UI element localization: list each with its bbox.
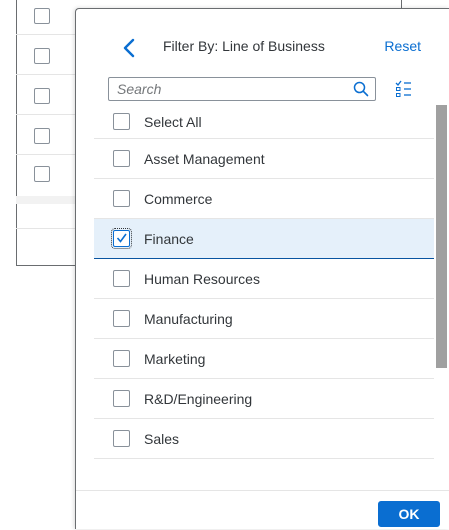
list-item[interactable]: Manufacturing	[94, 299, 434, 339]
checkbox[interactable]	[113, 270, 130, 287]
list-item-label: Commerce	[144, 190, 213, 207]
list-item-label: R&D/Engineering	[144, 390, 253, 407]
list-item-label: Marketing	[144, 350, 206, 367]
search-field[interactable]	[108, 77, 376, 101]
checkmark-icon	[116, 233, 127, 243]
background-row-checkbox[interactable]	[34, 8, 50, 24]
search-icon[interactable]	[353, 81, 369, 97]
list-item[interactable]: Asset Management	[94, 139, 434, 179]
list-item-label: Finance	[144, 230, 194, 247]
list-item-label: Human Resources	[144, 270, 260, 287]
list-item-label: Asset Management	[144, 150, 265, 167]
popover-title: Filter By: Line of Business	[163, 38, 325, 54]
background-row-checkbox[interactable]	[34, 48, 50, 64]
popover-footer: OK	[76, 490, 449, 530]
checkbox[interactable]	[113, 310, 130, 327]
checkbox[interactable]	[113, 113, 130, 130]
list-scrollbar[interactable]	[436, 105, 447, 368]
checkbox[interactable]	[113, 190, 130, 207]
ok-button[interactable]: OK	[378, 501, 440, 527]
back-arrow-icon[interactable]	[120, 37, 140, 59]
popover-header: Filter By: Line of Business Reset	[76, 9, 449, 71]
checkbox-checked[interactable]	[111, 228, 132, 249]
checkbox[interactable]	[113, 390, 130, 407]
checkbox[interactable]	[113, 150, 130, 167]
list-item[interactable]: Sales	[94, 419, 434, 459]
background-row-checkbox[interactable]	[34, 128, 50, 144]
background-row-divider	[16, 154, 76, 155]
list-item-select-all[interactable]: Select All	[94, 105, 434, 139]
list-item[interactable]: R&D/Engineering	[94, 379, 434, 419]
filter-list: Select All Asset Management Commerce Fin…	[94, 105, 434, 465]
reset-button[interactable]: Reset	[384, 38, 421, 54]
list-item-label: Select All	[144, 113, 202, 130]
filter-popover: Filter By: Line of Business Reset Search…	[75, 8, 449, 529]
list-item[interactable]: Marketing	[94, 339, 434, 379]
background-row-divider	[16, 114, 76, 115]
list-item-selected[interactable]: Finance	[94, 219, 434, 259]
multiselect-list-icon[interactable]	[394, 79, 414, 99]
checkbox[interactable]	[113, 430, 130, 447]
search-row	[108, 77, 411, 107]
background-row-divider	[16, 228, 76, 229]
background-row-divider	[16, 34, 76, 35]
checkbox[interactable]	[113, 350, 130, 367]
background-row-divider	[16, 74, 76, 75]
list-item-label: Sales	[144, 430, 180, 447]
background-row-checkbox[interactable]	[34, 166, 50, 182]
list-item[interactable]: Human Resources	[94, 259, 434, 299]
list-item-label: Manufacturing	[144, 310, 233, 327]
list-item[interactable]: Commerce	[94, 179, 434, 219]
search-input[interactable]	[117, 80, 337, 98]
background-row-divider	[16, 196, 76, 204]
background-row-checkbox[interactable]	[34, 88, 50, 104]
